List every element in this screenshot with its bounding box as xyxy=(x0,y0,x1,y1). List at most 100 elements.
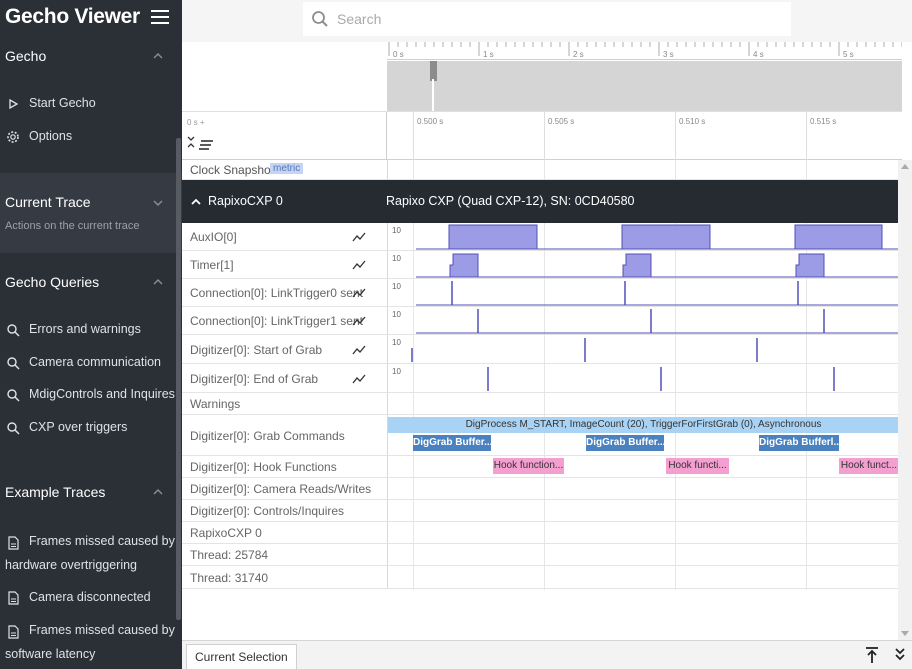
slice-diggrab-buffer[interactable]: DigGrab Bufferl... xyxy=(759,435,839,451)
track-controls-inquires[interactable]: Digitizer[0]: Controls/Inquires xyxy=(182,500,898,522)
chevron-down-icon xyxy=(153,200,163,206)
slice-hook-function[interactable]: Hook funct... xyxy=(839,458,898,474)
menu-icon[interactable] xyxy=(151,10,169,26)
track-label: Timer[1] xyxy=(190,258,234,272)
list-toggle-icon xyxy=(199,140,213,150)
section-subtitle: Actions on the current trace xyxy=(5,220,140,232)
process-description: Rapixo CXP (Quad CXP-12), SN: 0CD40580 xyxy=(386,194,635,208)
overview-tick-label: 1 s xyxy=(483,50,494,59)
sidebar-item-start-gecho[interactable]: Start Gecho xyxy=(0,90,178,118)
track-hook-functions[interactable]: Digitizer[0]: Hook Functions Hook functi… xyxy=(182,456,898,478)
expand-all-icon xyxy=(187,136,195,148)
example-label: Camera disconnected xyxy=(29,590,151,604)
section-gecho-queries[interactable]: Gecho Queries xyxy=(0,268,182,298)
sidebar-item-options[interactable]: Options xyxy=(0,123,178,151)
viewport-handle[interactable] xyxy=(430,61,437,81)
slice-diggrab-buffer[interactable]: DigGrab Buffer... xyxy=(413,435,491,451)
query-cxp-over-triggers[interactable]: CXP over triggers xyxy=(0,414,178,442)
zoom-tick-label: 0.500 s xyxy=(417,117,444,126)
example-label-line2: software latency xyxy=(5,647,96,661)
document-icon xyxy=(8,591,19,605)
track-linktrigger1[interactable]: Connection[0]: LinkTrigger1 sent 10 xyxy=(182,307,898,335)
query-camera-communication[interactable]: Camera communication xyxy=(0,349,178,377)
example-hw-overtriggering[interactable]: Frames missed caused by hardware overtri… xyxy=(0,529,178,579)
query-errors-and-warnings[interactable]: Errors and warnings xyxy=(0,316,178,344)
slice-hook-function[interactable]: Hook functi... xyxy=(666,458,729,474)
example-sw-latency[interactable]: Frames missed caused by software latency xyxy=(0,618,178,668)
document-icon xyxy=(8,536,19,550)
zoom-tick-label: 0.510 s xyxy=(679,117,706,126)
expand-collapse-controls[interactable] xyxy=(187,136,227,156)
chevron-up-icon xyxy=(153,489,163,495)
chart-icon[interactable] xyxy=(352,286,366,300)
track-thread-31740[interactable]: Thread: 31740 xyxy=(182,566,898,589)
slice-diggrab-buffer[interactable]: DigGrab Buffer... xyxy=(586,435,664,451)
scroll-down-icon[interactable] xyxy=(901,631,909,636)
track-label: Warnings xyxy=(190,397,241,411)
query-label: Errors and warnings xyxy=(29,322,141,336)
zoom-tick-label: 0.515 s xyxy=(810,117,837,126)
track-scrollbar[interactable] xyxy=(898,160,912,640)
track-grab-commands[interactable]: Digitizer[0]: Grab Commands DigProcess M… xyxy=(182,415,898,456)
sidebar: Gecho Viewer Gecho Start Gecho Options C… xyxy=(0,0,182,669)
search-box[interactable] xyxy=(303,2,791,36)
scroll-up-icon[interactable] xyxy=(901,164,909,169)
slice-digprocess[interactable]: DigProcess M_START, ImageCount (20), Tri… xyxy=(388,417,898,433)
track-end-of-grab[interactable]: Digitizer[0]: End of Grab 10 xyxy=(182,364,898,393)
track-label: AuxIO[0] xyxy=(190,230,237,244)
collapse-panel-icon[interactable] xyxy=(894,647,906,661)
track-label: Digitizer[0]: Start of Grab xyxy=(190,343,323,357)
overview-ruler: 0 s 1 s 2 s 3 s 4 s 5 s xyxy=(387,42,902,60)
track-label: Thread: 31740 xyxy=(190,571,269,585)
track-rapixocxp0[interactable]: RapixoCXP 0 xyxy=(182,522,898,544)
sidebar-item-label: Options xyxy=(29,129,73,143)
metric-badge: metric xyxy=(270,163,304,174)
overview-tick-label: 0 s xyxy=(393,50,404,59)
gear-icon xyxy=(7,131,19,143)
signal-plot xyxy=(416,309,898,334)
section-current-trace[interactable]: Current Trace Actions on the current tra… xyxy=(0,173,182,253)
chart-icon[interactable] xyxy=(352,314,366,328)
track-thread-25784[interactable]: Thread: 25784 xyxy=(182,544,898,566)
example-label-line1: Frames missed caused by xyxy=(29,623,175,637)
section-gecho[interactable]: Gecho xyxy=(0,42,182,72)
process-header[interactable]: RapixoCXP 0 Rapixo CXP (Quad CXP-12), SN… xyxy=(182,180,898,223)
search-input[interactable] xyxy=(337,8,777,30)
chart-icon[interactable] xyxy=(352,230,366,244)
query-label: CXP over triggers xyxy=(29,420,128,434)
track-label: Digitizer[0]: Grab Commands xyxy=(190,429,345,443)
track-clock-snapshots[interactable]: Clock Snapshots metric xyxy=(182,160,898,180)
app-title: Gecho Viewer xyxy=(5,5,140,28)
track-timer1[interactable]: Timer[1] 10 xyxy=(182,251,898,279)
overview-tick-label: 2 s xyxy=(573,50,584,59)
top-bar xyxy=(182,0,912,42)
query-mdigcontrols[interactable]: MdigControls and Inquires xyxy=(0,381,178,409)
example-camera-disconnected[interactable]: Camera disconnected xyxy=(0,584,178,612)
query-label: MdigControls and Inquires xyxy=(29,387,175,401)
search-icon xyxy=(7,389,20,402)
sidebar-scrollbar[interactable] xyxy=(176,138,181,620)
track-label: Digitizer[0]: Controls/Inquires xyxy=(190,504,345,518)
track-label: Thread: 25784 xyxy=(190,548,269,562)
track-label: Digitizer[0]: Hook Functions xyxy=(190,460,337,474)
pin-to-top-icon[interactable] xyxy=(865,646,879,664)
overview-track[interactable] xyxy=(387,61,902,111)
collapse-icon[interactable] xyxy=(190,197,202,207)
chart-icon[interactable] xyxy=(352,343,366,357)
track-label: Connection[0]: LinkTrigger0 sent xyxy=(190,286,363,300)
bottom-panel-bar: Current Selection xyxy=(182,640,912,669)
chart-icon[interactable] xyxy=(352,258,366,272)
search-icon xyxy=(7,357,20,370)
track-warnings[interactable]: Warnings xyxy=(182,393,898,415)
section-example-traces[interactable]: Example Traces xyxy=(0,478,182,508)
track-label: RapixoCXP 0 xyxy=(190,526,262,540)
track-auxio0[interactable]: AuxIO[0] 10 xyxy=(182,223,898,251)
slice-hook-function[interactable]: Hook function... xyxy=(493,458,564,474)
chart-icon[interactable] xyxy=(352,372,366,386)
section-title: Current Trace xyxy=(5,194,91,210)
track-camera-reads-writes[interactable]: Digitizer[0]: Camera Reads/Writes xyxy=(182,478,898,500)
viewport-indicator xyxy=(432,79,434,111)
track-linktrigger0[interactable]: Connection[0]: LinkTrigger0 sent 10 xyxy=(182,279,898,307)
tab-current-selection[interactable]: Current Selection xyxy=(186,644,297,669)
track-start-of-grab[interactable]: Digitizer[0]: Start of Grab 10 xyxy=(182,335,898,364)
